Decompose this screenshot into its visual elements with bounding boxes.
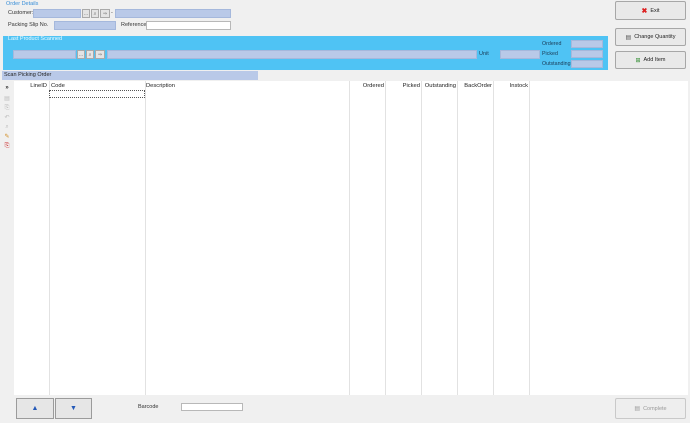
unit-label: Unit bbox=[479, 51, 489, 57]
complete-button[interactable]: ▤ Complete bbox=[615, 398, 686, 419]
lookup-icon: ⌕ bbox=[93, 10, 97, 17]
outstanding-field bbox=[571, 60, 603, 68]
exit-button-label: Exit bbox=[650, 7, 660, 14]
lookup-icon: ⌕ bbox=[88, 51, 92, 58]
complete-button-label: Complete bbox=[643, 405, 667, 412]
add-item-icon: ⊞ bbox=[635, 57, 641, 64]
grid-col-divider bbox=[385, 81, 386, 395]
customer-go-button[interactable]: ⇒ bbox=[100, 9, 110, 18]
scan-ellipsis-button[interactable]: … bbox=[77, 50, 85, 59]
col-header-description[interactable]: Description bbox=[146, 83, 175, 89]
customer-lookup-button[interactable]: ⌕ bbox=[91, 9, 99, 18]
scan-code-field[interactable] bbox=[13, 50, 76, 59]
grid-col-divider bbox=[349, 81, 350, 395]
delete-row-icon[interactable]: ⎘ bbox=[3, 142, 11, 150]
order-details-panel: Order Details Customer: … ⌕ ⇒ - Packing … bbox=[4, 1, 234, 31]
last-product-scanned-panel: Last Product Scanned … ⌕ ⇒ Unit Ordered … bbox=[3, 36, 608, 70]
undo-icon[interactable]: ↶ bbox=[3, 113, 11, 121]
grid-col-divider bbox=[421, 81, 422, 395]
packing-slip-label: Packing Slip No. bbox=[8, 22, 49, 28]
unit-field[interactable] bbox=[500, 50, 540, 59]
customer-code-field[interactable] bbox=[33, 9, 81, 18]
grid-col-divider bbox=[529, 81, 530, 395]
complete-icon: ▤ bbox=[634, 406, 641, 412]
grid-col-divider bbox=[145, 81, 146, 395]
scan-description-field[interactable] bbox=[107, 50, 477, 59]
exit-x-icon: ✖ bbox=[641, 7, 648, 15]
ordered-label: Ordered bbox=[542, 41, 562, 47]
add-item-button[interactable]: ⊞ Add Item bbox=[615, 51, 686, 69]
insert-row-icon[interactable]: ▤ bbox=[3, 94, 11, 102]
copy-row-icon[interactable]: ⎘ bbox=[3, 104, 11, 112]
double-chevron-icon[interactable]: » bbox=[3, 84, 11, 92]
ellipsis-icon: … bbox=[78, 51, 84, 58]
add-item-label: Add Item bbox=[643, 57, 666, 63]
order-details-title: Order Details bbox=[6, 1, 39, 7]
grid-col-divider bbox=[457, 81, 458, 395]
ordered-field bbox=[571, 40, 603, 48]
customer-ellipsis-button[interactable]: … bbox=[82, 9, 90, 18]
customer-separator: - bbox=[111, 10, 113, 16]
outstanding-label: Outstanding bbox=[542, 61, 571, 67]
customer-name-field[interactable] bbox=[115, 9, 231, 18]
grid-col-divider bbox=[493, 81, 494, 395]
picked-field bbox=[571, 50, 603, 58]
customer-label: Customer: bbox=[8, 10, 34, 16]
reference-label: Reference bbox=[121, 22, 147, 28]
scan-picking-order-title: Scan Picking Order bbox=[4, 72, 52, 78]
change-quantity-label: Change Quantity bbox=[634, 34, 676, 40]
col-header-lineid[interactable]: LineID bbox=[14, 83, 47, 89]
col-header-backorder[interactable]: BackOrder bbox=[457, 83, 492, 89]
barcode-input[interactable] bbox=[181, 403, 243, 411]
picked-label: Picked bbox=[542, 51, 558, 57]
col-header-picked[interactable]: Picked bbox=[385, 83, 420, 89]
picking-order-grid[interactable]: LineID Code Description Ordered Picked O… bbox=[14, 81, 688, 395]
change-quantity-icon: ▤ bbox=[625, 34, 632, 41]
col-header-instock[interactable]: Instock bbox=[493, 83, 528, 89]
edit-pencil-icon[interactable]: ✎ bbox=[3, 132, 11, 140]
exit-button[interactable]: ✖ Exit bbox=[615, 1, 686, 20]
search-row-icon[interactable]: ⌕ bbox=[3, 123, 11, 131]
go-icon: ⇒ bbox=[102, 10, 108, 17]
row-action-icons: » ▤ ⎘ ↶ ⌕ ✎ ⎘ bbox=[0, 82, 14, 152]
up-arrow-icon: ▲ bbox=[31, 405, 39, 412]
change-quantity-button[interactable]: ▤ Change Quantity bbox=[615, 28, 686, 46]
last-product-scanned-title: Last Product Scanned bbox=[8, 36, 63, 42]
scan-go-button[interactable]: ⇒ bbox=[95, 50, 105, 59]
ellipsis-icon: … bbox=[83, 10, 89, 17]
col-header-outstanding[interactable]: Outstanding bbox=[421, 83, 456, 89]
move-up-button[interactable]: ▲ bbox=[16, 398, 54, 419]
col-header-code[interactable]: Code bbox=[51, 83, 65, 89]
scan-lookup-button[interactable]: ⌕ bbox=[86, 50, 94, 59]
go-icon: ⇒ bbox=[97, 51, 103, 58]
code-edit-cell[interactable] bbox=[49, 90, 145, 98]
move-down-button[interactable]: ▼ bbox=[55, 398, 92, 419]
reference-field[interactable] bbox=[146, 21, 231, 30]
grid-col-divider bbox=[49, 81, 50, 395]
down-arrow-icon: ▼ bbox=[70, 405, 77, 412]
packing-slip-field[interactable] bbox=[54, 21, 116, 30]
col-header-ordered[interactable]: Ordered bbox=[349, 83, 384, 89]
scan-picking-order-bar: Scan Picking Order bbox=[2, 71, 258, 80]
barcode-label: Barcode bbox=[138, 404, 159, 410]
